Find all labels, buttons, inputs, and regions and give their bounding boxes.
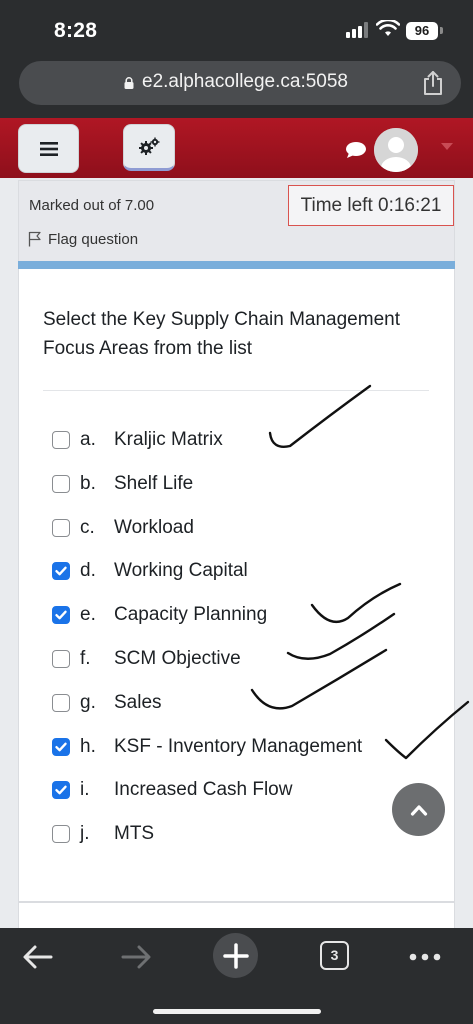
option-letter: b. [80,472,96,494]
tabs-button[interactable]: 3 [320,941,349,970]
option-label[interactable]: Shelf Life [114,473,193,495]
battery-tip [440,27,443,34]
checkmark-icon [55,742,67,751]
battery-icon: 96 [406,22,438,40]
option-label[interactable]: Capacity Planning [114,604,267,626]
url-text[interactable]: e2.alphacollege.ca:5058 [142,71,348,93]
new-tab-button[interactable] [213,933,258,978]
forward-arrow-icon[interactable] [120,938,152,976]
checkbox-checked[interactable] [52,781,70,800]
question-text: Select the Key Supply Chain Management F… [43,309,400,359]
answer-option[interactable]: h. KSF - Inventory Management [52,732,432,762]
chat-bubble-icon[interactable] [345,141,367,159]
time-left: Time left 0:16:21 [288,185,454,226]
option-letter: i. [80,779,90,801]
answer-option[interactable]: j. MTS [52,819,432,849]
checkbox[interactable] [52,431,70,449]
more-dots-icon[interactable] [408,938,442,976]
answer-option[interactable]: b. Shelf Life [52,469,432,499]
home-indicator [153,1009,321,1014]
option-label[interactable]: Working Capital [114,560,248,582]
plus-icon [222,942,249,969]
option-letter: g. [80,691,96,713]
question-header-strip [18,261,455,269]
back-arrow-icon[interactable] [22,938,54,976]
option-label[interactable]: Increased Cash Flow [114,779,292,801]
answer-option[interactable]: g. Sales [52,688,432,718]
share-icon[interactable] [422,70,444,96]
option-letter: a. [80,429,96,450]
checkbox-checked[interactable] [52,562,70,581]
checkbox[interactable] [52,518,70,537]
option-label[interactable]: SCM Objective [114,648,241,670]
user-silhouette-icon [374,128,418,172]
checkmark-icon [55,610,67,620]
gear-icon [139,137,160,155]
option-label[interactable]: Kraljic Matrix [114,429,223,451]
answer-option[interactable]: a. Kraljic Matrix [52,425,432,455]
checkmark-icon [55,566,67,576]
option-label[interactable]: MTS [114,823,154,845]
option-letter: h. [80,735,96,757]
answer-option[interactable]: i. Increased Cash Flow [52,775,432,805]
option-label[interactable]: KSF - Inventory Management [114,736,362,758]
checkbox-checked[interactable] [52,737,70,756]
checkbox-checked[interactable] [52,606,70,625]
caret-down-icon[interactable] [441,143,453,150]
answer-option[interactable]: e. Capacity Planning [52,600,432,630]
chevron-up-icon [410,804,427,816]
option-letter: d. [80,560,96,582]
option-label[interactable]: Sales [114,692,162,714]
wifi-icon [376,20,400,36]
signal-icon [346,22,368,38]
option-letter: f. [80,648,91,669]
menu-button[interactable] [18,124,79,173]
option-label[interactable]: Workload [114,517,194,539]
option-letter: c. [80,516,95,538]
flag-icon[interactable] [28,231,42,247]
back-to-top-button[interactable] [392,783,445,836]
lock-icon [124,77,134,89]
checkbox[interactable] [52,693,70,712]
next-card-edge [18,902,455,928]
settings-button[interactable] [123,124,175,171]
answer-option[interactable]: f. SCM Objective [52,644,432,674]
answer-option[interactable]: d. Working Capital [52,556,432,586]
checkbox[interactable] [52,825,70,844]
marked-out-of: Marked out of 7.00 [29,197,155,214]
divider [43,390,429,391]
checkbox[interactable] [52,650,70,668]
flag-question-link[interactable]: Flag question [48,231,138,248]
checkbox[interactable] [52,474,70,493]
checkmark-icon [55,785,67,795]
option-letter: e. [80,604,96,626]
hamburger-icon [39,141,58,156]
user-avatar[interactable] [374,128,418,172]
answer-option[interactable]: c. Workload [52,513,432,543]
option-letter: j. [80,823,90,845]
status-time: 8:28 [54,19,98,42]
